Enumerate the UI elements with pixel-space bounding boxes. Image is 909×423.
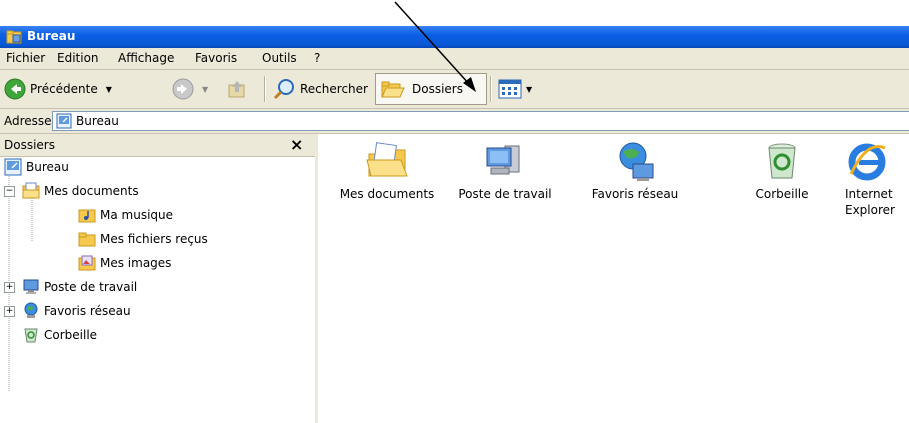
folder-icon [78,232,96,247]
address-label: Adresse [4,114,52,128]
tree-item-label: Poste de travail [44,280,138,294]
search-button[interactable]: Rechercher [272,74,368,104]
item-label: Internet Explorer [845,187,895,217]
address-bar: Adresse Bureau [0,109,909,134]
tree-item-ma-musique[interactable]: Ma musique [78,204,173,226]
tree-item-label: Favoris réseau [44,304,131,318]
item-label: Poste de travail [458,187,552,201]
computer-icon [486,145,520,175]
tree-item-mes-fichiers-recus[interactable]: Mes fichiers reçus [78,228,208,250]
views-icon [498,79,522,99]
item-favoris-reseau[interactable]: Favoris réseau [576,134,694,202]
recycle-bin-icon [768,143,796,179]
toolbar: Précédente ▼ ▼ Rechercher Dossiers ▼ [0,70,909,109]
item-poste-de-travail[interactable]: Poste de travail [446,134,564,202]
search-icon [273,79,294,100]
internet-explorer-icon [848,143,886,181]
desktop-icon [4,158,22,176]
folder-icon [381,81,405,98]
up-button[interactable] [226,74,248,104]
back-arrow-icon [4,78,26,100]
back-button[interactable]: Précédente ▼ [4,74,112,104]
menu-edition[interactable]: Edition [57,51,99,65]
tree-item-label: Mes images [100,256,172,270]
menu-fichier[interactable]: Fichier [6,51,45,65]
network-icon [24,302,38,318]
tree-item-poste-de-travail[interactable]: Poste de travail [22,276,137,298]
menu-affichage[interactable]: Affichage [118,51,174,65]
search-label: Rechercher [300,82,368,96]
item-corbeille[interactable]: Corbeille [723,134,841,202]
desktop-icon [56,113,72,129]
folders-label: Dossiers [412,82,463,96]
chevron-down-icon[interactable]: ▼ [526,85,532,94]
my-documents-icon [366,142,408,177]
back-label: Précédente [30,82,98,96]
title-bar[interactable]: Bureau [0,26,909,48]
menu-favoris[interactable]: Favoris [195,51,237,65]
music-folder-icon [78,209,96,223]
tree-item-bureau[interactable]: Bureau [4,156,69,178]
computer-icon [23,279,39,294]
menu-bar: Fichier Edition Affichage Favoris Outils… [0,48,909,70]
folders-button[interactable]: Dossiers [375,73,487,105]
item-label: Favoris réseau [591,187,679,201]
expand-toggle[interactable]: + [4,282,15,293]
views-button[interactable]: ▼ [498,74,532,104]
tree-item-label: Ma musique [100,208,174,222]
tree-item-label: Mes fichiers reçus [100,232,208,246]
content-pane: Mes documents Poste de travail Favoris r… [318,134,909,423]
item-internet-explorer[interactable]: Internet Explorer [845,134,909,218]
my-documents-icon [22,182,40,199]
tree-item-favoris-reseau[interactable]: Favoris réseau [22,300,131,322]
forward-button[interactable]: ▼ [172,74,208,104]
network-icon [619,142,654,181]
folders-pane: Dossiers × Bureau − Mes documents Ma mus… [0,134,318,423]
tree-item-label: Bureau [26,160,69,174]
item-label: Corbeille [755,187,809,201]
item-label: Mes documents [339,187,435,201]
close-icon[interactable]: × [290,135,303,154]
tree-item-label: Mes documents [44,184,139,198]
address-field[interactable]: Bureau [52,111,909,131]
tree-item-label: Corbeille [44,328,98,342]
chevron-down-icon[interactable]: ▼ [106,85,112,94]
recycle-bin-icon [24,328,38,343]
explorer-window: Bureau Fichier Edition Affichage Favoris… [0,26,909,423]
menu-outils[interactable]: Outils [262,51,297,65]
tree-item-mes-images[interactable]: Mes images [78,252,171,274]
pictures-folder-icon [78,255,96,271]
tree-item-corbeille[interactable]: Corbeille [22,324,97,346]
forward-arrow-icon [172,78,194,100]
collapse-toggle[interactable]: − [4,186,15,197]
folder-up-icon [228,81,245,98]
item-mes-documents[interactable]: Mes documents [328,134,446,202]
chevron-down-icon[interactable]: ▼ [202,85,208,94]
address-value: Bureau [76,114,119,128]
window-title: Bureau [27,29,76,43]
tree-item-mes-documents[interactable]: Mes documents [22,180,139,202]
folder-icon [6,30,22,44]
expand-toggle[interactable]: + [4,306,15,317]
menu-help[interactable]: ? [314,51,320,65]
